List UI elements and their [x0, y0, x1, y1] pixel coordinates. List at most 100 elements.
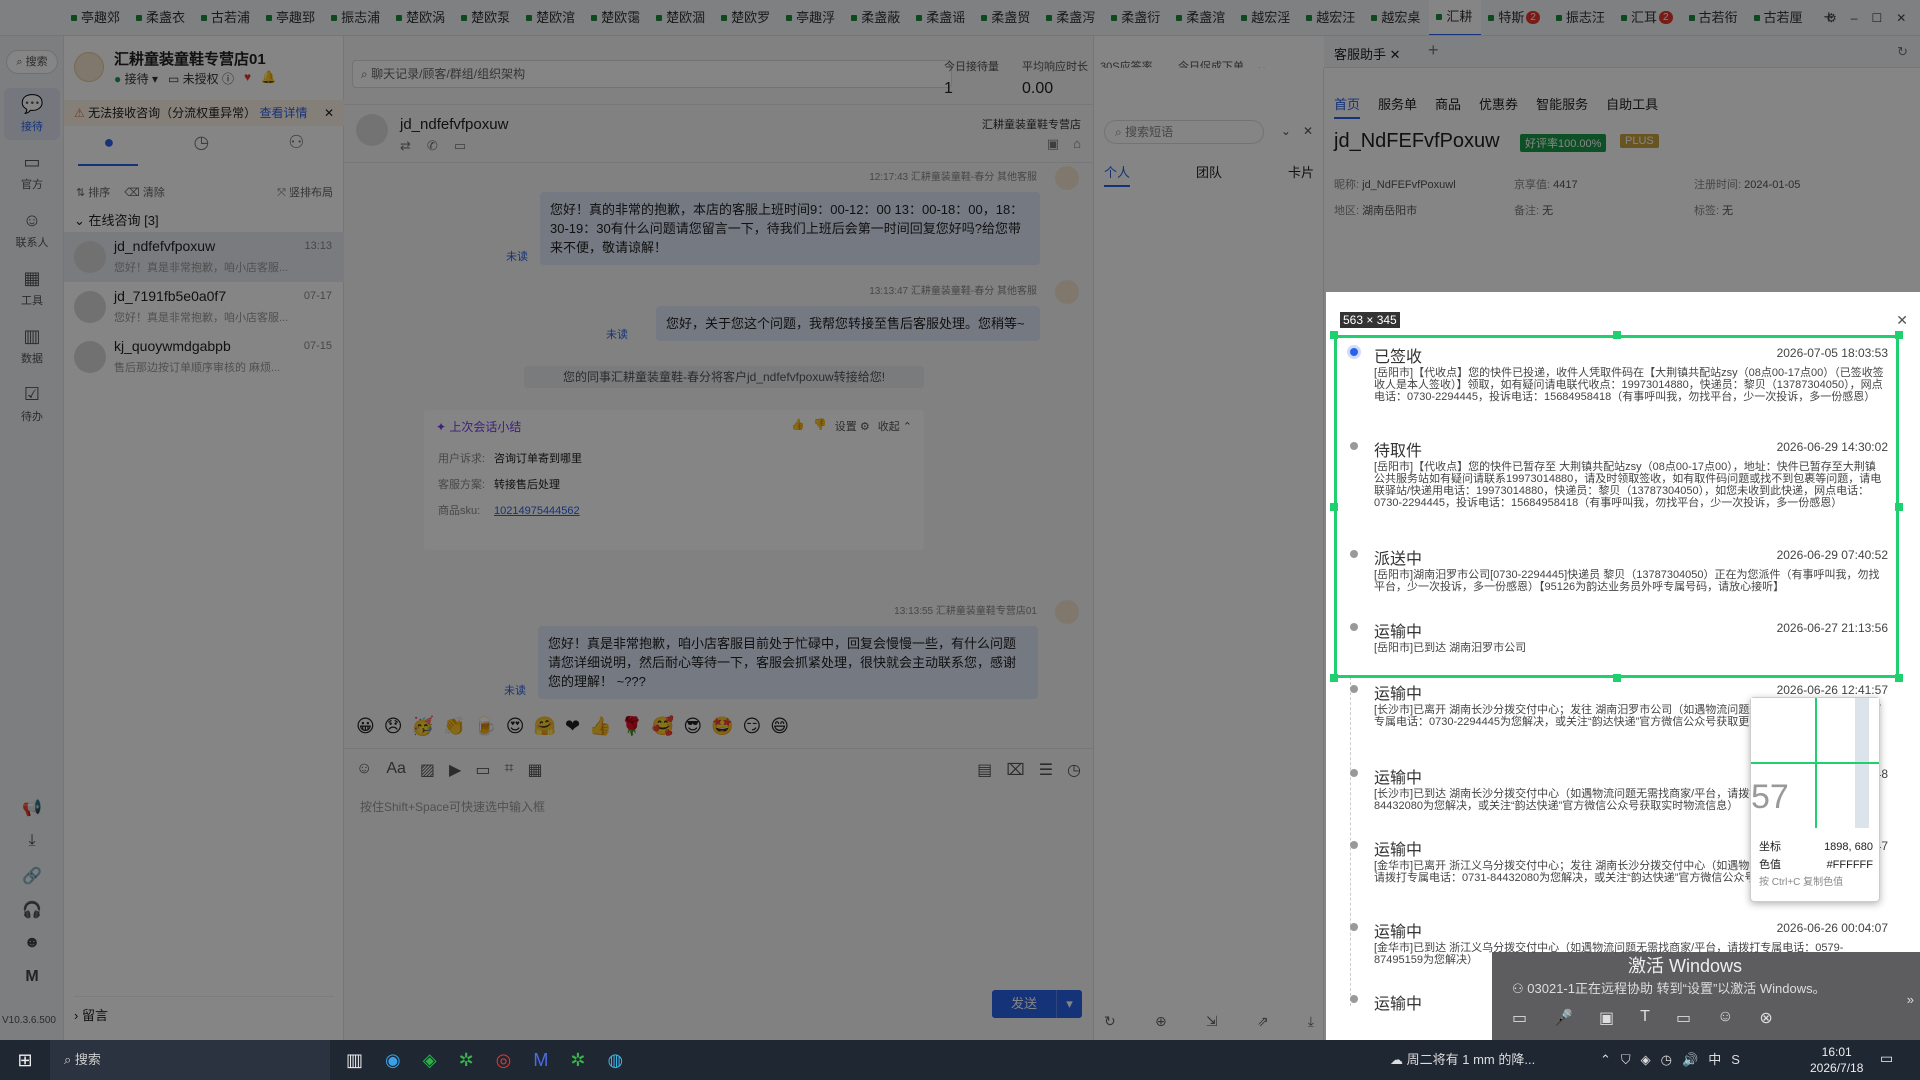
window-tab[interactable]: 楚欧涡: [389, 0, 454, 35]
close-icon[interactable]: ✕: [1896, 11, 1906, 25]
group-icon[interactable]: ⚇: [288, 132, 304, 164]
folder-icon[interactable]: ▭: [1676, 1008, 1691, 1028]
folder-icon[interactable]: ▭: [475, 760, 490, 780]
emoji-icon[interactable]: 😎: [683, 716, 702, 737]
emoji-icon[interactable]: 👍: [589, 716, 611, 737]
phrase-tab-2[interactable]: 卡片: [1288, 162, 1314, 187]
emoji-icon[interactable]: 😞: [384, 716, 403, 737]
jd-app-icon[interactable]: ◍: [607, 1050, 623, 1071]
image-icon[interactable]: ▨: [420, 760, 435, 780]
download-icon[interactable]: ⤓: [1308, 1013, 1314, 1030]
window-tab[interactable]: 柔盏衍: [1104, 0, 1169, 35]
scan-icon[interactable]: ⌧: [1006, 760, 1024, 780]
window-tab[interactable]: 柔盏谣: [909, 0, 974, 35]
nav-contacts[interactable]: ☺ 联系人: [4, 204, 60, 256]
assistant-subtab[interactable]: 优惠券: [1479, 94, 1518, 119]
maximize-icon[interactable]: ☐: [1871, 11, 1882, 25]
window-tab[interactable]: 越宏淫: [1234, 0, 1299, 35]
window-tab[interactable]: 古若衔: [1682, 0, 1747, 35]
weather-widget[interactable]: ☁ 周二将有 1 mm 的降...: [1390, 1040, 1535, 1080]
refresh-icon[interactable]: ↻: [1897, 44, 1908, 60]
phrase-search-input[interactable]: ⌕ 搜索短语: [1104, 120, 1264, 144]
speaker-icon[interactable]: 🔊: [1682, 1040, 1698, 1080]
resize-handle[interactable]: [1895, 503, 1903, 511]
window-tab[interactable]: 柔盏泻: [1039, 0, 1104, 35]
resize-handle[interactable]: [1613, 331, 1621, 339]
comment-icon[interactable]: ☰: [1039, 760, 1053, 780]
assistant-tab[interactable]: 客服助手 ✕: [1334, 44, 1401, 63]
settings-icon[interactable]: ⚙: [1826, 11, 1837, 25]
chevron-up-icon[interactable]: ⌃: [1600, 1040, 1611, 1080]
clock[interactable]: 16:01 2026/7/18: [1810, 1044, 1863, 1076]
message-icon[interactable]: ▭: [454, 138, 466, 154]
window-tab[interactable]: 亭趣郅: [259, 0, 324, 35]
resize-handle[interactable]: [1330, 674, 1338, 682]
app-icon[interactable]: ◎: [496, 1050, 512, 1071]
network-icon[interactable]: ◷: [1661, 1040, 1672, 1080]
status-dropdown[interactable]: ● 接待 ▾: [114, 70, 158, 87]
table-icon[interactable]: ▦: [528, 760, 543, 780]
assistant-subtab[interactable]: 智能服务: [1536, 94, 1588, 119]
emoji-icon[interactable]: 🤗: [534, 716, 556, 737]
add-icon[interactable]: ⊕: [1155, 1013, 1167, 1030]
taskbar-search[interactable]: ⌕ 搜索: [50, 1040, 330, 1080]
layout-button[interactable]: ⤧ 竖排布局: [277, 184, 333, 200]
megaphone-icon[interactable]: 📢: [20, 798, 44, 820]
phrase-tab-0[interactable]: 个人: [1104, 162, 1131, 187]
wechat-icon[interactable]: ◈: [423, 1050, 437, 1071]
smile-icon[interactable]: ☺: [356, 760, 372, 780]
history-icon[interactable]: ◷: [193, 132, 209, 164]
phone-icon[interactable]: ✆: [427, 138, 438, 154]
emoji-icon[interactable]: 🥳: [412, 716, 434, 737]
window-tab[interactable]: 亭趣浮: [779, 0, 844, 35]
leave-message-group[interactable]: › 留言: [74, 996, 334, 1024]
window-tab[interactable]: 汇耳 2: [1614, 0, 1682, 35]
online-group[interactable]: ⌄ 在线咨询 [3]: [74, 210, 159, 229]
resize-handle[interactable]: [1895, 674, 1903, 682]
window-tab[interactable]: 楚欧涸: [649, 0, 714, 35]
home-icon[interactable]: ⌂: [1073, 136, 1081, 152]
transfer-icon[interactable]: ⇄: [400, 138, 411, 154]
emoji-icon[interactable]: ☻: [20, 934, 44, 956]
global-search-input[interactable]: ⌕ 聊天记录/顾客/群组/组织架构: [352, 60, 952, 88]
collapse-icon[interactable]: ⌄: [1281, 124, 1291, 138]
calculator-icon[interactable]: ▤: [977, 760, 992, 780]
nav-todo[interactable]: ☑ 待办: [4, 378, 60, 430]
thumbs-up-icon[interactable]: 👍: [791, 418, 805, 434]
clock-icon[interactable]: ◷: [1067, 760, 1081, 780]
note-icon[interactable]: ▣: [1047, 136, 1059, 152]
window-tab[interactable]: 亭趣郊: [64, 0, 129, 35]
message-input[interactable]: 按住Shift+Space可快速选中输入框: [360, 798, 545, 815]
mic-icon[interactable]: 🎤: [1553, 1008, 1573, 1028]
phrase-tab-1[interactable]: 团队: [1196, 162, 1222, 187]
bell-icon[interactable]: 🔔: [261, 70, 276, 87]
user-icon[interactable]: ☺: [1717, 1008, 1733, 1028]
assistant-subtab[interactable]: 首页: [1334, 94, 1361, 119]
window-tab[interactable]: 柔盏蔽: [844, 0, 909, 35]
nav-data[interactable]: ▥ 数据: [4, 320, 60, 372]
window-tab[interactable]: 古若厘: [1747, 0, 1812, 35]
video-icon[interactable]: ▶: [449, 760, 461, 780]
task-view-icon[interactable]: ▥: [346, 1050, 363, 1071]
ime-indicator[interactable]: 中: [1708, 1040, 1721, 1080]
wechat-tray-icon[interactable]: ◈: [1641, 1040, 1651, 1080]
conversation-item[interactable]: jd_ndfefvfpoxuw 13:13 您好！真是非常抱歉，咱小店客服...: [64, 232, 344, 282]
download-icon[interactable]: ⤓: [20, 832, 44, 854]
window-tab[interactable]: 柔盏贸: [974, 0, 1039, 35]
emoji-icon[interactable]: 👏: [443, 716, 465, 737]
summary-settings-button[interactable]: 设置 ⚙: [835, 418, 870, 434]
emoji-icon[interactable]: 😍: [506, 716, 525, 737]
stop-icon[interactable]: ⊗: [1759, 1008, 1772, 1028]
sku-link[interactable]: 10214975444562: [494, 505, 580, 517]
m-logo-icon[interactable]: M: [20, 968, 44, 990]
emoji-icon[interactable]: 😄: [770, 716, 789, 737]
conversation-item[interactable]: kj_quoywmdgabpb 07-15 售后那边按订单顺序审核的 麻烦...: [64, 332, 344, 382]
window-tab[interactable]: 楚欧霭: [584, 0, 649, 35]
close-icon[interactable]: ✕: [324, 100, 334, 126]
chat-bubble-icon[interactable]: ●: [104, 132, 115, 164]
add-tab-icon[interactable]: +: [1428, 40, 1439, 61]
s-icon[interactable]: S: [1731, 1040, 1740, 1080]
screen-icon[interactable]: ▣: [1599, 1008, 1614, 1028]
close-icon[interactable]: ✕: [1303, 124, 1313, 138]
windows-start-icon[interactable]: ⊞: [0, 1050, 50, 1071]
